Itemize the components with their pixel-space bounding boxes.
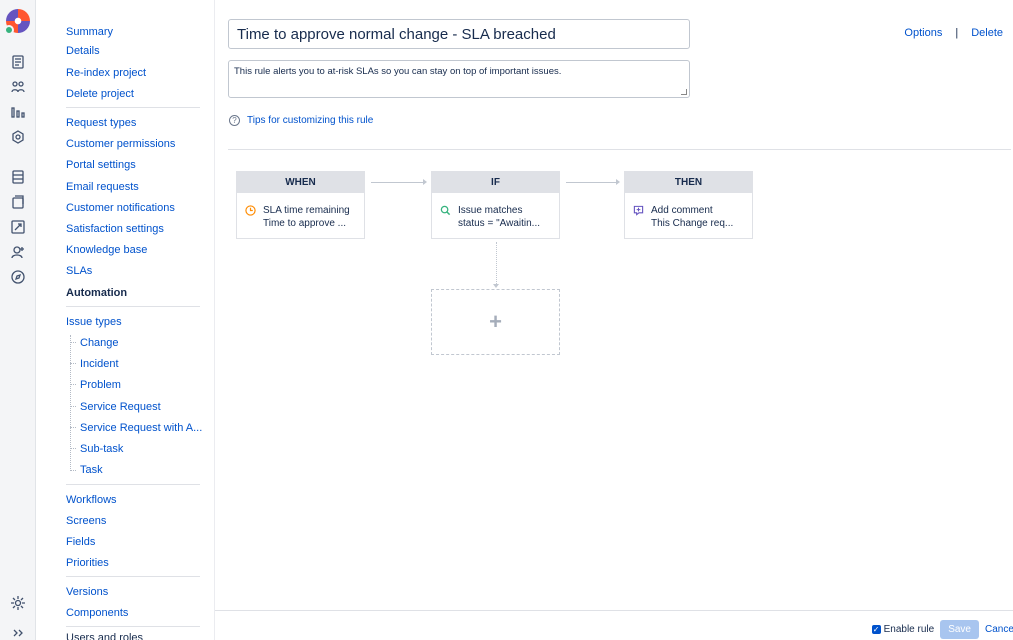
if-condition-label: Issue matches xyxy=(458,205,523,216)
sidebar-item-slas[interactable]: SLAs xyxy=(66,265,92,277)
sidebar-subitem-service-request-approvals[interactable]: Service Request with A... xyxy=(80,422,202,434)
tree-line xyxy=(70,335,71,471)
sidebar-item-components[interactable]: Components xyxy=(66,607,128,619)
connector-arrow xyxy=(371,179,427,185)
tips-label: Tips for customizing this rule xyxy=(247,115,374,126)
rule-actions: Options | Delete xyxy=(904,27,1003,39)
sidebar-item-issue-types[interactable]: Issue types xyxy=(66,316,122,328)
if-header: IF xyxy=(432,172,559,193)
enable-rule-checkbox[interactable]: ✓ Enable rule xyxy=(871,623,935,635)
sidebar-item-satisfaction-settings[interactable]: Satisfaction settings xyxy=(66,223,164,235)
if-condition-detail: status = "Awaitin... xyxy=(458,218,541,229)
tree-tick xyxy=(70,470,76,471)
expand-icon[interactable] xyxy=(8,624,28,640)
footer-divider xyxy=(215,610,1013,611)
customers-icon[interactable] xyxy=(8,78,28,96)
tree-tick xyxy=(70,384,76,385)
then-action-label: Add comment xyxy=(651,205,713,216)
delete-link[interactable]: Delete xyxy=(971,27,1003,39)
connector-arrow-down xyxy=(493,242,499,288)
rule-title-input[interactable]: Time to approve normal change - SLA brea… xyxy=(228,19,690,49)
then-header: THEN xyxy=(625,172,752,193)
sidebar-item-screens[interactable]: Screens xyxy=(66,515,106,527)
footer-actions: ✓ Enable rule Save Cancel xyxy=(871,619,1013,639)
rule-description-text: This rule alerts you to at-risk SLAs so … xyxy=(234,66,562,77)
tree-tick xyxy=(70,363,76,364)
tree-tick xyxy=(70,406,76,407)
issues-icon[interactable] xyxy=(8,193,28,211)
add-item-icon[interactable] xyxy=(8,218,28,236)
sidebar-subitem-service-request[interactable]: Service Request xyxy=(80,401,161,413)
rule-editor: Time to approve normal change - SLA brea… xyxy=(215,0,1013,640)
resize-handle-icon[interactable] xyxy=(681,89,687,95)
sidebar-subitem-problem[interactable]: Problem xyxy=(80,379,121,391)
sidebar-item-priorities[interactable]: Priorities xyxy=(66,557,109,569)
cancel-button[interactable]: Cancel xyxy=(985,624,1013,635)
sidebar-item-delete-project[interactable]: Delete project xyxy=(66,88,134,100)
sidebar-item-details[interactable]: Details xyxy=(66,45,100,57)
options-link[interactable]: Options xyxy=(904,27,942,39)
connector-arrow xyxy=(566,179,620,185)
when-trigger-detail: Time to approve ... xyxy=(263,218,346,229)
divider xyxy=(66,626,200,627)
sidebar-item-users-and-roles[interactable]: Users and roles xyxy=(66,632,143,640)
sidebar-item-summary[interactable]: Summary xyxy=(66,26,113,38)
actions-separator: | xyxy=(955,27,959,39)
project-sidebar: Summary Details Re-index project Delete … xyxy=(50,0,214,640)
help-icon: ? xyxy=(229,115,240,126)
sidebar-item-portal-settings[interactable]: Portal settings xyxy=(66,159,136,171)
sidebar-item-request-types[interactable]: Request types xyxy=(66,117,136,129)
knowledge-base-icon[interactable] xyxy=(8,168,28,186)
rule-description-input[interactable]: This rule alerts you to at-risk SLAs so … xyxy=(228,60,690,98)
app-root: Summary Details Re-index project Delete … xyxy=(0,0,1013,640)
raise-request-icon[interactable] xyxy=(8,128,28,146)
logo-icon[interactable] xyxy=(4,9,30,35)
divider xyxy=(66,107,200,108)
sidebar-item-versions[interactable]: Versions xyxy=(66,586,108,598)
when-trigger-label: SLA time remaining xyxy=(263,205,350,216)
sidebar-item-workflows[interactable]: Workflows xyxy=(66,494,117,506)
sidebar-item-knowledge-base[interactable]: Knowledge base xyxy=(66,244,147,256)
sidebar-subitem-change[interactable]: Change xyxy=(80,337,119,349)
sidebar-item-email-requests[interactable]: Email requests xyxy=(66,181,139,193)
reports-icon[interactable] xyxy=(8,103,28,121)
sidebar-subitem-task[interactable]: Task xyxy=(80,464,103,476)
checkbox-checked-icon: ✓ xyxy=(871,624,881,634)
tree-tick xyxy=(70,342,76,343)
status-dot xyxy=(4,25,14,35)
when-header: WHEN xyxy=(237,172,364,193)
explore-icon[interactable] xyxy=(8,268,28,286)
when-node[interactable]: WHEN SLA time remaining Time to approve … xyxy=(236,171,365,239)
invite-team-icon[interactable] xyxy=(8,243,28,261)
global-sidebar xyxy=(0,0,36,640)
plus-icon: + xyxy=(489,309,502,334)
save-button[interactable]: Save xyxy=(940,619,979,639)
comment-icon xyxy=(633,205,644,216)
sidebar-item-automation[interactable]: Automation xyxy=(66,287,127,299)
if-node[interactable]: IF Issue matches status = "Awaitin... xyxy=(431,171,560,239)
then-action-detail: This Change req... xyxy=(651,218,734,229)
settings-icon[interactable] xyxy=(8,594,28,612)
enable-rule-label: Enable rule xyxy=(883,623,935,635)
tree-tick xyxy=(70,427,76,428)
clock-icon xyxy=(245,205,256,216)
search-icon xyxy=(440,205,451,216)
divider xyxy=(66,576,200,577)
sidebar-item-customer-notifications[interactable]: Customer notifications xyxy=(66,202,175,214)
divider xyxy=(228,149,1011,150)
divider xyxy=(66,306,200,307)
tips-link[interactable]: ? Tips for customizing this rule xyxy=(229,115,373,126)
sidebar-item-fields[interactable]: Fields xyxy=(66,536,95,548)
sidebar-subitem-incident[interactable]: Incident xyxy=(80,358,119,370)
queues-icon[interactable] xyxy=(8,53,28,71)
then-node[interactable]: THEN Add comment This Change req... xyxy=(624,171,753,239)
sidebar-item-reindex[interactable]: Re-index project xyxy=(66,67,146,79)
sidebar-subitem-sub-task[interactable]: Sub-task xyxy=(80,443,123,455)
tree-tick xyxy=(70,448,76,449)
divider xyxy=(66,484,200,485)
add-component-button[interactable]: + xyxy=(431,289,560,355)
sidebar-item-customer-permissions[interactable]: Customer permissions xyxy=(66,138,175,150)
